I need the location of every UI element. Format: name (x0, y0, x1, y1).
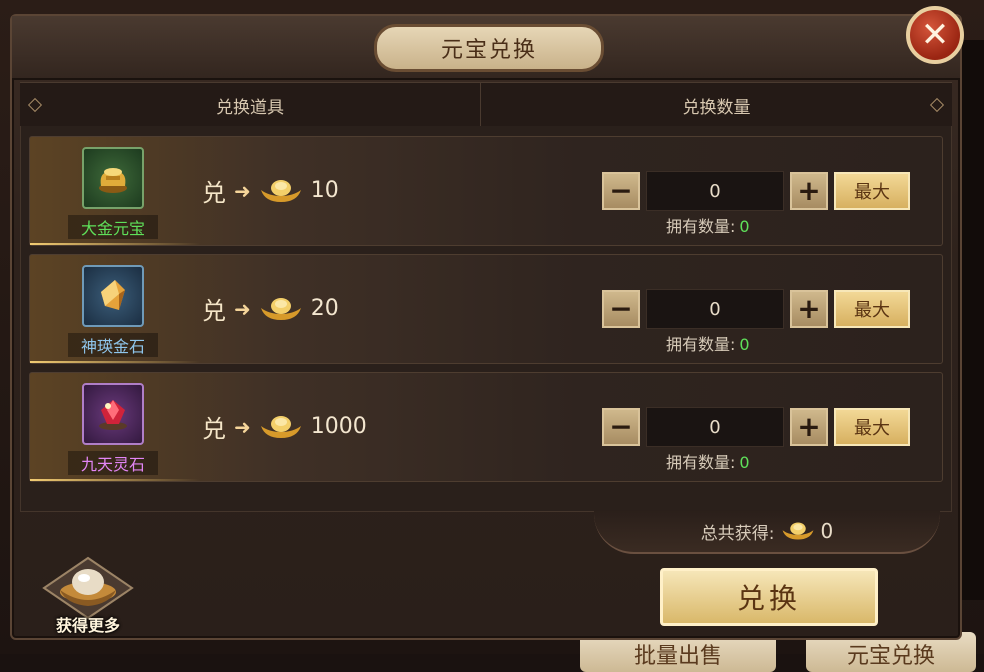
item-slot[interactable] (82, 147, 144, 209)
quantity-input[interactable] (646, 407, 784, 447)
quantity-input[interactable] (646, 289, 784, 329)
get-more-label: 获得更多 (55, 616, 120, 635)
table-header: 兑换道具 兑换数量 (20, 82, 952, 128)
owned-label: 拥有数量: (666, 335, 736, 354)
header-exchange-item: 兑换道具 (20, 83, 481, 127)
owned-value: 0 (739, 217, 750, 236)
exchange-rate: 兑 ➜ 10 (202, 173, 339, 208)
minus-icon: − (609, 292, 633, 325)
close-button[interactable]: ✕ (906, 6, 964, 64)
exchange-value: 10 (310, 178, 339, 203)
decrease-button[interactable]: − (602, 172, 640, 210)
close-icon: ✕ (920, 15, 950, 55)
exchange-char: 兑 (202, 415, 226, 443)
quantity-input[interactable] (646, 171, 784, 211)
plus-icon: + (797, 410, 821, 443)
owned-label: 拥有数量: (666, 453, 736, 472)
plus-icon: + (797, 292, 821, 325)
total-label: 总共获得: (700, 523, 775, 544)
exchange-char: 兑 (202, 297, 226, 325)
exchange-value: 20 (310, 296, 339, 321)
header-exchange-quantity: 兑换数量 (682, 97, 751, 118)
owned-count: 拥有数量: 0 (666, 213, 750, 237)
increase-button[interactable]: + (790, 290, 828, 328)
quantity-controls: − + 最大 (602, 171, 910, 211)
owned-count: 拥有数量: 0 (666, 449, 750, 473)
dialog-title: 元宝兑换 (374, 24, 604, 72)
arrow-right-icon: ➜ (234, 178, 251, 203)
exchange-row: 神瑛金石 兑 ➜ 20 − + 最大 拥有数量:0 (29, 254, 943, 364)
total-value: 0 (820, 519, 834, 543)
decrease-button[interactable]: − (602, 408, 640, 446)
exchange-list: 大金元宝 兑 ➜ 10 − + 最大 拥有数量:0 (20, 126, 952, 512)
item-name: 大金元宝 (68, 215, 158, 239)
exchange-value: 1000 (310, 414, 367, 439)
exchange-rate: 兑 ➜ 20 (202, 291, 339, 326)
get-more-button[interactable]: 获得更多 (40, 556, 136, 636)
plus-icon: + (797, 174, 821, 207)
exchange-row: 大金元宝 兑 ➜ 10 − + 最大 拥有数量:0 (29, 136, 943, 246)
yuanbao-icon (260, 297, 301, 320)
row-glow (30, 479, 200, 481)
item-name: 九天灵石 (68, 451, 158, 475)
spirit-gem-icon (99, 400, 127, 430)
exchange-button[interactable]: 兑换 (660, 568, 878, 626)
yuanbao-bowl-icon (42, 556, 134, 620)
arrow-right-icon: ➜ (234, 414, 251, 439)
arrow-right-icon: ➜ (234, 296, 251, 321)
gold-crystal-icon (101, 280, 125, 310)
yuanbao-icon (260, 179, 301, 202)
max-button[interactable]: 最大 (834, 172, 910, 210)
item-slot[interactable] (82, 383, 144, 445)
exchange-char: 兑 (202, 179, 226, 207)
exchange-row: 九天灵石 兑 ➜ 1000 − + 最大 拥有数量:0 (29, 372, 943, 482)
minus-icon: − (609, 410, 633, 443)
increase-button[interactable]: + (790, 408, 828, 446)
row-glow (30, 361, 200, 363)
owned-count: 拥有数量: 0 (666, 331, 750, 355)
total-obtained: 总共获得: 0 (594, 510, 940, 554)
gold-ingot-icon (99, 168, 127, 193)
owned-value: 0 (739, 453, 750, 472)
owned-value: 0 (739, 335, 750, 354)
quantity-controls: − + 最大 (602, 407, 910, 447)
item-slot[interactable] (82, 265, 144, 327)
increase-button[interactable]: + (790, 172, 828, 210)
row-glow (30, 243, 200, 245)
yuanbao-icon (782, 522, 813, 540)
item-name: 神瑛金石 (68, 333, 158, 357)
quantity-controls: − + 最大 (602, 289, 910, 329)
background-side-panel (960, 40, 984, 600)
decrease-button[interactable]: − (602, 290, 640, 328)
max-button[interactable]: 最大 (834, 408, 910, 446)
exchange-rate: 兑 ➜ 1000 (202, 409, 367, 444)
owned-label: 拥有数量: (666, 217, 736, 236)
minus-icon: − (609, 174, 633, 207)
yuanbao-icon (260, 415, 301, 438)
max-button[interactable]: 最大 (834, 290, 910, 328)
